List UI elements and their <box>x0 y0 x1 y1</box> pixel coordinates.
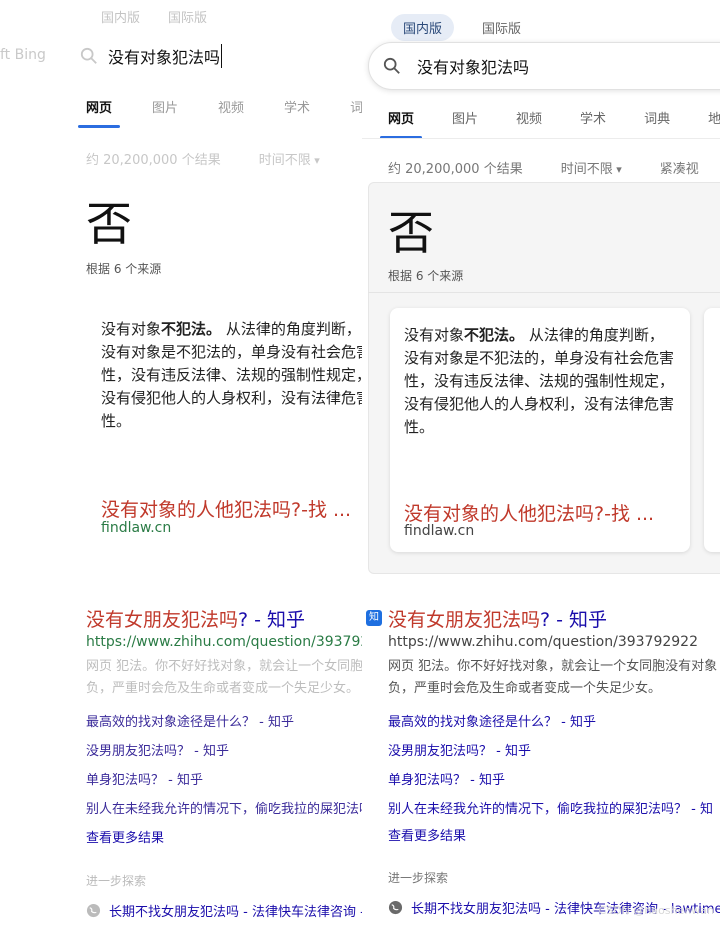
compact-view[interactable]: 紧凑视 <box>660 158 699 177</box>
tab-images[interactable]: 图片 <box>452 108 478 127</box>
related-link-4[interactable]: 别人在未经我允许的情况下，偷吃我拉的屎犯法吗？ - 知 <box>388 798 713 817</box>
brand-fragment: ft Bing <box>0 47 46 63</box>
tab-academic[interactable]: 学术 <box>580 108 606 127</box>
result-meta: 约 20,200,000 个结果 时间不限 紧凑视 <box>388 158 699 177</box>
globe-icon <box>388 900 403 915</box>
watermark: CSDN @haoshenwan <box>598 904 714 917</box>
answer-snippet: 没有对象不犯法。 从法律的角度判断，没有对象是不犯法的，单身没有社会危害性，没有… <box>404 324 674 439</box>
result-desc-line1: 网页 犯法。你不好好找对象，就会让一个女同胞没有对象 <box>86 659 362 674</box>
related-link-2[interactable]: 没男朋友犯法吗？ - 知乎 <box>388 740 531 759</box>
search-input[interactable]: 没有对象犯法吗 <box>108 44 223 68</box>
more-results-link[interactable]: 查看更多结果 <box>388 825 466 844</box>
explore-link[interactable]: 长期不找女朋友犯法吗 - 法律快车法律咨询 - lawtime <box>86 901 362 920</box>
result-title[interactable]: 没有女朋友犯法吗? - 知乎 <box>388 605 607 632</box>
more-results-link[interactable]: 查看更多结果 <box>86 827 164 846</box>
tab-dictionary[interactable]: 词典 <box>350 97 362 116</box>
related-link-1[interactable]: 最高效的找对象途径是什么？ - 知乎 <box>86 711 294 730</box>
result-title-rest: ? - 知乎 <box>540 609 608 631</box>
result-desc-line2: 负，严重时会危及生命或者变成一个失足少女。 <box>86 681 360 696</box>
snippet-bold: 不犯法。 <box>464 326 525 344</box>
result-title-highlight: 没有女朋友犯法吗 <box>86 609 239 631</box>
result-count: 约 20,200,000 个结果 <box>388 162 523 177</box>
explore-heading: 进一步探索 <box>388 871 449 885</box>
source-domain[interactable]: findlaw.cn <box>101 520 171 536</box>
tab-divider <box>362 138 720 139</box>
search-bar[interactable]: 没有对象犯法吗 <box>368 42 720 90</box>
tab-web[interactable]: 网页 <box>77 97 121 128</box>
time-filter[interactable]: 时间不限 <box>561 158 622 177</box>
source-title[interactable]: 没有对象的人他犯法吗?-找 ... <box>101 495 351 522</box>
source-title[interactable]: 没有对象的人他犯法吗?-找 ... <box>404 499 654 526</box>
related-link-3[interactable]: 单身犯法吗？ - 知乎 <box>86 769 203 788</box>
answer-snippet: 没有对象不犯法。 从法律的角度判断，没有对象是不犯法的，单身没有社会危害性，没有… <box>101 318 362 433</box>
scope-switch: 国内版 国际版 <box>391 14 521 41</box>
scope-switch: 国内版 国际版 <box>101 7 207 26</box>
result-count: 约 20,200,000 个结果 <box>86 153 221 168</box>
tab-bar: 网页 图片 视频 学术 词典 <box>77 97 362 128</box>
source-domain[interactable]: findlaw.cn <box>404 523 474 539</box>
related-link-2[interactable]: 没男朋友犯法吗？ - 知乎 <box>86 740 229 759</box>
explore-heading: 进一步探索 <box>86 874 147 888</box>
search-icon <box>80 47 97 64</box>
search-icon <box>383 57 400 74</box>
time-filter[interactable]: 时间不限 <box>259 149 320 168</box>
result-title-rest: ? - 知乎 <box>238 609 306 631</box>
answer-value: 否 <box>388 206 434 260</box>
related-link-3[interactable]: 单身犯法吗？ - 知乎 <box>388 769 505 788</box>
result-title[interactable]: 没有女朋友犯法吗? - 知乎 <box>86 605 305 632</box>
right-screenshot: 国内版 国际版 没有对象犯法吗 网页 图片 视频 学术 词典 地 约 20,20… <box>362 0 720 927</box>
tab-academic[interactable]: 学术 <box>284 97 310 116</box>
result-title-highlight: 没有女朋友犯法吗 <box>388 609 541 631</box>
answer-basis: 根据 6 个来源 <box>388 269 464 283</box>
snippet-lead: 没有对象 <box>404 326 465 344</box>
result-desc-line1: 网页 犯法。你不好好找对象，就会让一个女同胞没有对象 <box>388 659 718 674</box>
next-source-card[interactable] <box>704 308 720 552</box>
result-url[interactable]: https://www.zhihu.com/question/393792922 <box>86 634 362 650</box>
snippet-lead: 没有对象 <box>101 320 162 338</box>
scope-domestic[interactable]: 国内版 <box>391 14 455 41</box>
related-link-1[interactable]: 最高效的找对象途径是什么？ - 知乎 <box>388 711 596 730</box>
snippet-bold: 不犯法。 <box>161 320 222 338</box>
scope-international[interactable]: 国际版 <box>482 14 521 41</box>
tab-web[interactable]: 网页 <box>379 108 423 139</box>
tab-maps[interactable]: 地 <box>708 108 720 127</box>
scope-international[interactable]: 国际版 <box>168 7 207 26</box>
search-bar[interactable]: 没有对象犯法吗 <box>80 44 223 68</box>
answer-value: 否 <box>86 197 132 251</box>
left-screenshot: 国内版 国际版 ft Bing 没有对象犯法吗 网页 图片 视频 学术 词典 约… <box>0 0 362 927</box>
tab-videos[interactable]: 视频 <box>516 108 542 127</box>
zhihu-icon: 知 <box>366 610 382 626</box>
answer-basis: 根据 6 个来源 <box>86 262 162 276</box>
tab-videos[interactable]: 视频 <box>218 97 244 116</box>
explore-link-text: 长期不找女朋友犯法吗 - 法律快车法律咨询 - lawtime <box>109 905 362 920</box>
scope-domestic[interactable]: 国内版 <box>101 7 140 26</box>
answer-divider <box>368 292 720 293</box>
search-input[interactable]: 没有对象犯法吗 <box>417 54 529 78</box>
tab-bar: 网页 图片 视频 学术 词典 地 <box>379 108 720 139</box>
tab-images[interactable]: 图片 <box>152 97 178 116</box>
globe-icon <box>86 903 101 918</box>
tab-dictionary[interactable]: 词典 <box>644 108 670 127</box>
result-url[interactable]: https://www.zhihu.com/question/393792922 <box>388 634 698 650</box>
related-link-4[interactable]: 别人在未经我允许的情况下，偷吃我拉的屎犯法吗？ - 知 <box>86 798 362 817</box>
result-desc-line2: 负，严重时会危及生命或者变成一个失足少女。 <box>388 681 662 696</box>
result-meta: 约 20,200,000 个结果 时间不限 <box>86 149 320 168</box>
